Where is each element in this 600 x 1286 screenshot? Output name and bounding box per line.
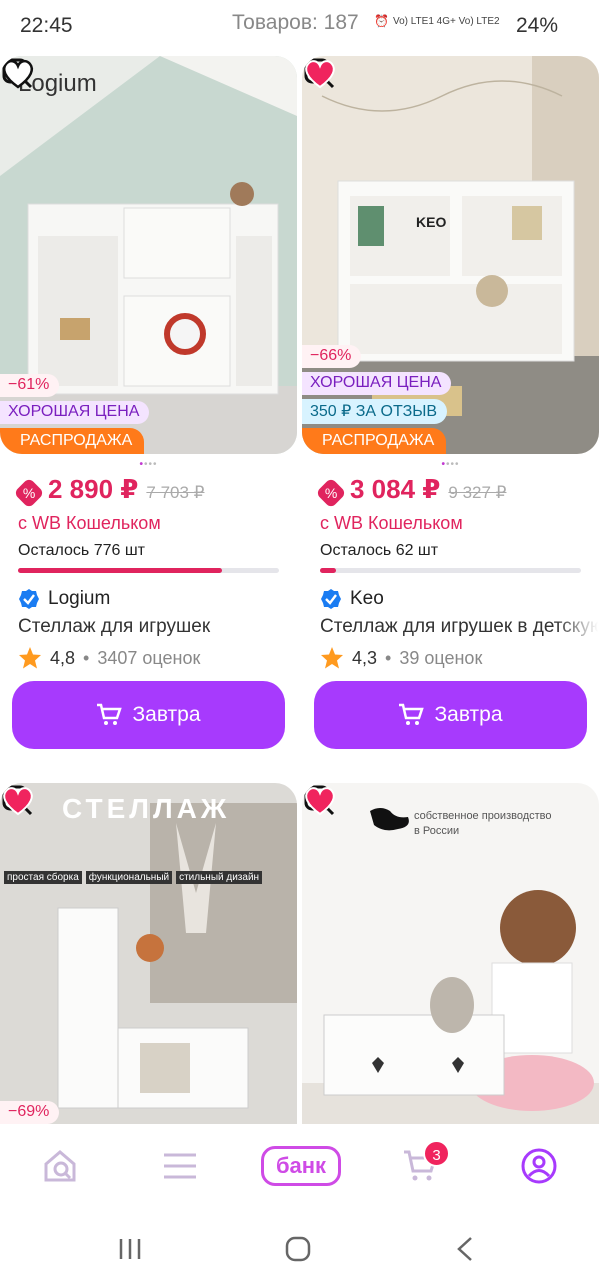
image-title: СТЕЛЛАЖ — [62, 793, 231, 824]
feature-labels: простая сборка функциональный стильный д… — [4, 871, 263, 884]
feature-label: простая сборка — [4, 871, 82, 884]
tags-3: −69% — [0, 1101, 60, 1124]
wallet-note: с WB Кошельком — [18, 513, 161, 533]
wallet-discount-icon: % — [13, 477, 45, 509]
review-bonus-badge: 350 ₽ ЗА ОТЗЫВ — [302, 399, 448, 424]
bottom-nav: банк 3 — [0, 1124, 600, 1210]
stock-bar — [18, 568, 279, 573]
status-time: 22:45 — [20, 14, 73, 37]
favorite-heart-icon[interactable] — [302, 783, 338, 819]
old-price: 9 327 ₽ — [448, 483, 507, 502]
product-name[interactable]: Стеллаж для игрушек в детскую — [320, 616, 598, 638]
wallet-discount-icon: % — [315, 477, 347, 509]
star-icon — [321, 647, 343, 669]
home-icon[interactable] — [40, 1146, 80, 1186]
brand-name: Keo — [350, 588, 384, 609]
feature-label: функциональный — [85, 871, 173, 884]
old-price: 7 703 ₽ — [146, 483, 205, 502]
bank-button[interactable]: банк — [261, 1146, 341, 1186]
delivery-label: Завтра — [434, 703, 503, 726]
cart-count-badge: 3 — [423, 1140, 450, 1167]
battery-level: 24% — [516, 14, 559, 37]
product-photo-3 — [0, 783, 297, 1124]
feature-label: стильный дизайн — [176, 871, 263, 884]
discount-badge: −69% — [0, 1101, 60, 1124]
product-image-1[interactable]: Logium −61% ХОРОШАЯ ЦЕНА РАСПРОДАЖА — [0, 56, 297, 454]
tags-2: −66% ХОРОШАЯ ЦЕНА 350 ₽ ЗА ОТЗЫВ РАСПРОД… — [302, 345, 452, 454]
star-icon — [19, 647, 41, 669]
price: 2 890 ₽ — [48, 474, 139, 504]
discount-badge: −61% — [0, 374, 60, 397]
image-caption: собственное производство в России — [414, 810, 552, 837]
verified-check-icon — [321, 589, 341, 609]
rating-row: 4,8 • 3407 оценок — [18, 646, 200, 670]
add-to-cart-button[interactable]: Завтра — [12, 681, 285, 749]
reviews-count: 3407 оценок — [97, 647, 201, 668]
tags-1: −61% ХОРОШАЯ ЦЕНА РАСПРОДАЖА — [0, 374, 150, 454]
delivery-label: Завтра — [132, 703, 201, 726]
catalog-menu-icon[interactable] — [160, 1146, 200, 1186]
product-name[interactable]: Стеллаж для игрушек — [18, 616, 296, 638]
network-text: Vo) LTE1 4G+ Vo) LTE2 — [392, 15, 500, 27]
stock-left: Осталось 62 шт — [320, 542, 439, 559]
favorite-heart-icon[interactable] — [302, 56, 338, 92]
price-row: % 2 890 ₽ 7 703 ₽ — [13, 474, 205, 509]
wallet-note: с WB Кошельком — [320, 513, 463, 533]
network-icons: ⏰ Vo) LTE1 4G+ Vo) LTE2 — [374, 14, 500, 28]
good-price-badge: ХОРОШАЯ ЦЕНА — [302, 372, 452, 395]
system-navigation-bar — [0, 1210, 600, 1286]
home-button-icon[interactable] — [285, 1236, 311, 1262]
good-price-badge: ХОРОШАЯ ЦЕНА — [0, 401, 150, 424]
rating-value: 4,3 — [352, 647, 378, 668]
product-image-2[interactable]: KEO −66% ХОРОШАЯ ЦЕНА 350 ₽ ЗА ОТЗЫВ РАС… — [302, 56, 599, 454]
image-pager-dots: •••• — [139, 459, 158, 470]
product-image-3[interactable]: СТЕЛЛАЖ простая сборка функциональный ст… — [0, 783, 297, 1124]
back-icon[interactable] — [455, 1236, 475, 1262]
status-bar: 22:45 Товаров: 187 ⏰ Vo) LTE1 4G+ Vo) LT… — [0, 0, 600, 52]
product-image-4[interactable]: собственное производство в России — [302, 783, 599, 1124]
rating-value: 4,8 — [50, 647, 76, 668]
brand-row[interactable]: Logium — [18, 588, 110, 610]
price: 3 084 ₽ — [350, 474, 441, 504]
product-label-text: KEO — [416, 214, 447, 230]
favorite-heart-icon[interactable] — [0, 56, 36, 92]
sale-badge: РАСПРОДАЖА — [0, 428, 145, 454]
cart-icon — [97, 703, 123, 725]
image-pager-dots: •••• — [441, 459, 460, 470]
reviews-count: 39 оценок — [399, 647, 483, 668]
profile-icon[interactable] — [519, 1146, 559, 1186]
brand-name: Logium — [48, 588, 111, 609]
add-to-cart-button[interactable]: Завтра — [314, 681, 587, 749]
discount-badge: −66% — [302, 345, 362, 368]
sale-badge: РАСПРОДАЖА — [302, 428, 447, 454]
rating-row: 4,3 • 39 оценок — [320, 646, 482, 670]
brand-row[interactable]: Keo — [320, 588, 384, 610]
cart-icon — [399, 703, 425, 725]
recent-apps-icon[interactable] — [118, 1238, 142, 1260]
stock-bar — [320, 568, 581, 573]
favorite-heart-icon[interactable] — [0, 783, 36, 819]
stock-left: Осталось 776 шт — [18, 542, 145, 559]
stock-bar-fill — [320, 568, 336, 573]
verified-check-icon — [19, 589, 39, 609]
alarm-icon: ⏰ — [374, 14, 389, 28]
price-row: % 3 084 ₽ 9 327 ₽ — [315, 474, 507, 509]
stock-bar-fill — [18, 568, 222, 573]
items-count: Товаров: 187 — [232, 11, 359, 34]
